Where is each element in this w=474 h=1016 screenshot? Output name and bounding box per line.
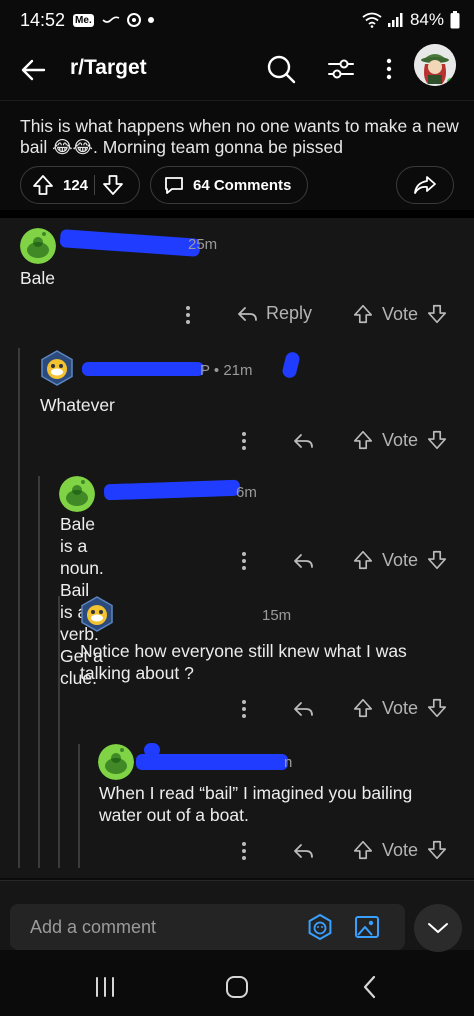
- vote-label: Vote: [382, 549, 419, 570]
- battery-icon: [450, 11, 460, 29]
- filter-icon[interactable]: [324, 52, 358, 86]
- gold-avatar-icon[interactable]: [79, 596, 115, 632]
- comment-vote: Vote: [352, 839, 448, 861]
- reply-icon[interactable]: [292, 699, 314, 719]
- comment-vote: Vote: [352, 697, 448, 719]
- reply-label: Reply: [266, 303, 313, 323]
- downvote-icon[interactable]: [426, 839, 448, 861]
- reply-icon[interactable]: [292, 551, 314, 571]
- recents-icon[interactable]: [92, 974, 118, 1000]
- comments-button[interactable]: 64 Comments: [150, 166, 308, 204]
- add-comment-placeholder: Add a comment: [30, 917, 157, 937]
- share-button[interactable]: [396, 166, 454, 204]
- post-vote-pill: 124: [20, 166, 140, 204]
- more-vertical-icon[interactable]: [372, 52, 406, 86]
- comment-vote: Vote: [352, 303, 448, 325]
- downvote-icon[interactable]: [426, 549, 448, 571]
- user-avatar-icon: [414, 44, 456, 86]
- battery-percent: 84%: [409, 10, 444, 29]
- more-vertical-icon[interactable]: [234, 428, 254, 454]
- thread-line[interactable]: [38, 476, 40, 868]
- wifi-icon: [362, 12, 382, 28]
- emoji-icon[interactable]: [306, 913, 334, 941]
- snoo-avatar-icon[interactable]: [98, 744, 134, 780]
- comment-vote: Vote: [352, 549, 448, 571]
- snoo-avatar-icon[interactable]: [59, 476, 95, 512]
- settings-circle-icon: [126, 13, 141, 27]
- reply-icon: [238, 306, 257, 321]
- vote-label: Vote: [382, 429, 419, 450]
- link-icon: [102, 16, 120, 23]
- comment-actions: Vote: [0, 426, 474, 456]
- home-icon[interactable]: [224, 974, 250, 1000]
- vote-label: Vote: [382, 839, 419, 860]
- comment-actions: Vote: [0, 694, 474, 724]
- upvote-icon[interactable]: [352, 697, 374, 719]
- downvote-icon[interactable]: [426, 303, 448, 325]
- post-vote-count: 124: [63, 176, 89, 194]
- comment-body: Notice how everyone still knew what I wa…: [80, 641, 407, 683]
- snoo-avatar-icon[interactable]: [20, 228, 56, 264]
- status-time: 14:52: [20, 9, 66, 30]
- comment-age: 25m: [188, 236, 218, 253]
- post-title[interactable]: This is what happens when no one wants t…: [20, 116, 460, 158]
- comment-age: P • 21m: [200, 362, 253, 379]
- chevron-down-icon: [428, 923, 448, 933]
- dot-icon: [147, 17, 154, 23]
- notification-icons: [102, 12, 154, 28]
- comment-icon: [165, 177, 183, 194]
- app-bar: r/Target: [0, 40, 474, 100]
- status-bar: 14:52 Me. 84%: [0, 0, 474, 40]
- comment-actions: Vote: [0, 546, 474, 576]
- comment-actions: Vote: [0, 836, 474, 866]
- comment-body: Bale: [20, 268, 56, 288]
- reply-icon[interactable]: [292, 431, 314, 451]
- vote-label: Vote: [382, 303, 419, 324]
- more-vertical-icon[interactable]: [234, 838, 254, 864]
- reply-icon[interactable]: [292, 841, 314, 861]
- system-nav-bar: [0, 956, 474, 1016]
- gold-avatar-icon[interactable]: [39, 350, 75, 386]
- more-vertical-icon[interactable]: [234, 696, 254, 722]
- comment-actions: Reply Vote: [0, 300, 474, 330]
- vote-separator: [94, 175, 96, 195]
- back-arrow-icon[interactable]: [18, 54, 50, 86]
- back-nav-icon[interactable]: [358, 974, 384, 1000]
- upvote-icon[interactable]: [352, 303, 374, 325]
- upvote-icon[interactable]: [31, 173, 55, 197]
- comment-age: n: [284, 754, 293, 771]
- downvote-icon[interactable]: [426, 697, 448, 719]
- section-divider: [0, 210, 474, 218]
- share-icon: [414, 176, 436, 194]
- add-comment-field[interactable]: Add a comment: [10, 904, 405, 950]
- downvote-icon[interactable]: [426, 429, 448, 451]
- vote-label: Vote: [382, 697, 419, 718]
- comment-age: 15m: [262, 607, 292, 624]
- more-vertical-icon[interactable]: [234, 548, 254, 574]
- header-divider: [0, 100, 474, 101]
- image-icon[interactable]: [353, 913, 381, 941]
- redacted-username: [136, 754, 288, 770]
- subreddit-title[interactable]: r/Target: [70, 56, 147, 80]
- search-icon[interactable]: [264, 52, 298, 86]
- downvote-icon[interactable]: [101, 173, 125, 197]
- comment-body: Whatever: [40, 395, 115, 415]
- more-vertical-icon[interactable]: [178, 302, 198, 328]
- upvote-icon[interactable]: [352, 429, 374, 451]
- signal-icon: [387, 13, 403, 27]
- upvote-icon[interactable]: [352, 839, 374, 861]
- comment-age: 6m: [236, 484, 257, 501]
- user-avatar[interactable]: [414, 44, 456, 86]
- redacted-username: [82, 362, 204, 376]
- reply-button[interactable]: Reply: [236, 303, 312, 324]
- me-badge: Me.: [73, 13, 94, 27]
- comment-vote: Vote: [352, 429, 448, 451]
- comment-body: When I read “bail” I imagined you bailin…: [99, 783, 413, 825]
- expand-button[interactable]: [414, 904, 462, 952]
- upvote-icon[interactable]: [352, 549, 374, 571]
- comments-count: 64 Comments: [193, 176, 292, 194]
